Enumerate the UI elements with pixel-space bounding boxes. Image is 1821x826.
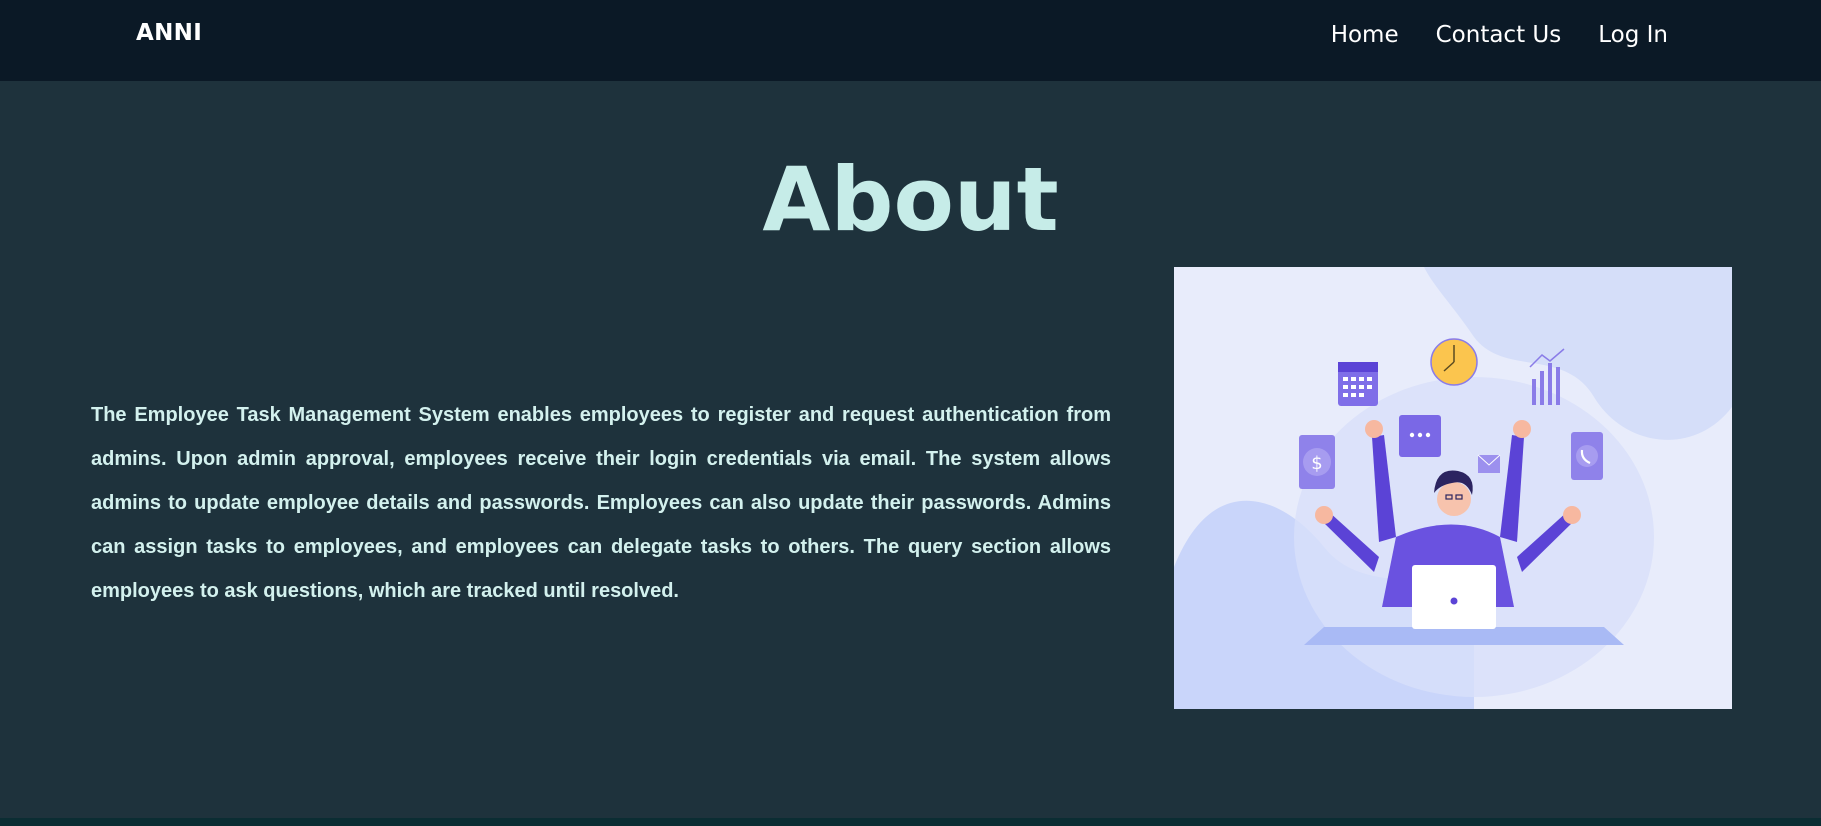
page-title: About (762, 148, 1059, 251)
brand-logo[interactable]: ANNI (136, 20, 202, 46)
chat-bubble-icon (1399, 415, 1441, 457)
clock-icon (1430, 338, 1478, 386)
person-head (1437, 482, 1471, 516)
about-illustration: $ (1174, 267, 1732, 709)
nav-links: Home Contact Us Log In (1331, 20, 1668, 50)
nav-link-log-in[interactable]: Log In (1598, 20, 1668, 50)
phone-icon (1571, 432, 1603, 480)
calendar-icon (1338, 362, 1378, 406)
navbar: ANNI Home Contact Us Log In (0, 0, 1821, 81)
dollar-icon: $ (1299, 435, 1335, 489)
about-description: The Employee Task Management System enab… (91, 404, 1111, 602)
nav-link-home[interactable]: Home (1331, 20, 1399, 50)
footer-strip (0, 818, 1821, 826)
svg-text:$: $ (1311, 453, 1322, 474)
envelope-icon (1477, 454, 1501, 473)
laptop-icon (1412, 565, 1496, 629)
nav-link-contact-us[interactable]: Contact Us (1436, 20, 1562, 50)
